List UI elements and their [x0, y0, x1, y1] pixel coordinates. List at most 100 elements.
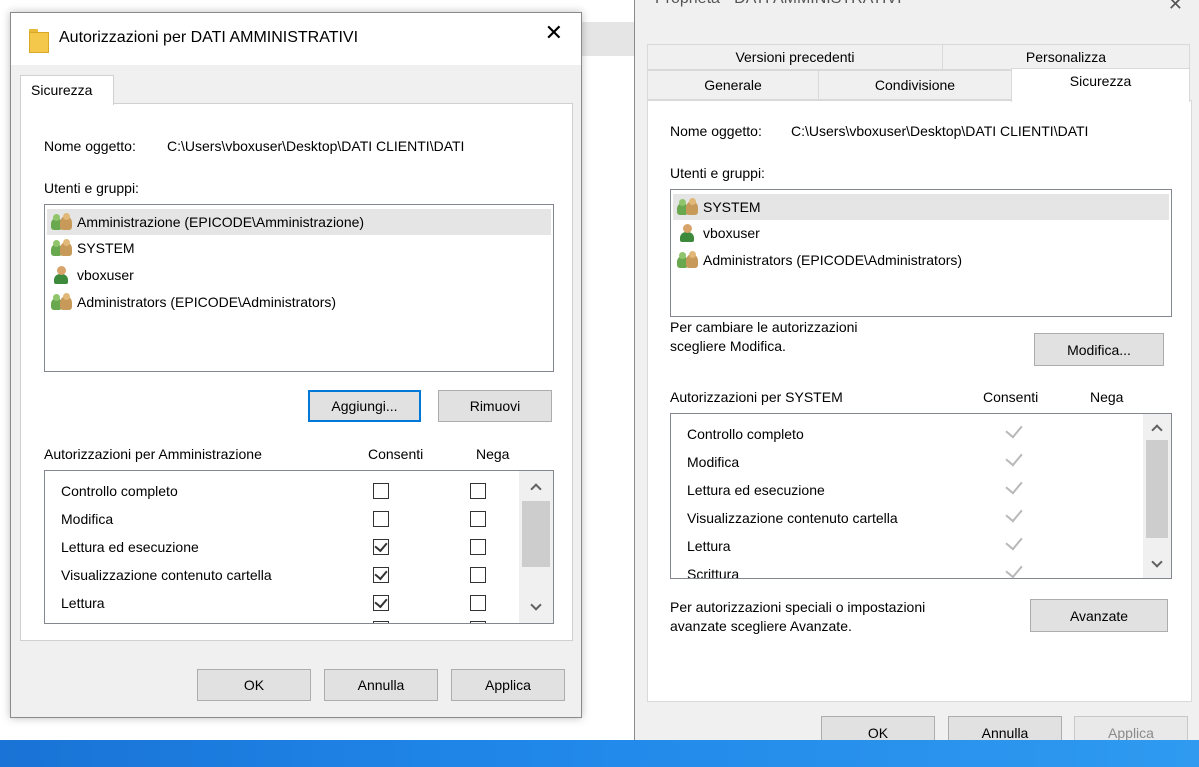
scroll-thumb[interactable]: [1146, 440, 1168, 538]
deny-checkbox[interactable]: [470, 621, 486, 623]
deny-header: Nega: [1090, 389, 1124, 405]
allow-checkbox[interactable]: [373, 566, 389, 583]
allow-checkbox[interactable]: [373, 483, 389, 499]
background-window-strip: [578, 22, 638, 56]
title-bar[interactable]: Autorizzazioni per DATI AMMINISTRATIVI ✕: [11, 13, 581, 65]
object-name-value: C:\Users\vboxuser\Desktop\DATI CLIENTI\D…: [791, 123, 1089, 139]
users-listbox[interactable]: SYSTEM vboxuser Administrators (EPICODE\…: [670, 189, 1172, 317]
perm-label: Modifica: [61, 511, 114, 527]
perm-label: Scrittura: [687, 566, 740, 579]
list-item-label: Amministrazione (EPICODE\Amministrazione…: [77, 214, 365, 230]
perm-label: Lettura ed esecuzione: [61, 539, 199, 555]
change-hint-line1: Per cambiare le autorizzazioni: [670, 319, 858, 335]
permissions-scrollbar[interactable]: [1143, 414, 1171, 578]
close-button[interactable]: ✕: [545, 23, 563, 45]
list-item-administrators[interactable]: Administrators (EPICODE\Administrators): [673, 247, 962, 273]
users-listbox[interactable]: Amministrazione (EPICODE\Amministrazione…: [44, 204, 554, 372]
deny-checkbox[interactable]: [470, 595, 486, 611]
users-groups-label: Utenti e gruppi:: [670, 165, 765, 181]
edit-button[interactable]: Modifica...: [1034, 333, 1164, 366]
taskbar: [0, 740, 1199, 767]
list-item-label: SYSTEM: [77, 240, 135, 256]
allow-check-icon: [1005, 448, 1023, 467]
scroll-down-icon[interactable]: [1151, 556, 1163, 568]
allow-checkbox[interactable]: [373, 538, 389, 555]
deny-checkbox[interactable]: [470, 511, 486, 527]
close-icon[interactable]: ✕: [1168, 0, 1183, 15]
permissions-list[interactable]: Controllo completo Modifica Lettura ed e…: [670, 413, 1172, 579]
list-item-amministrazione[interactable]: Amministrazione (EPICODE\Amministrazione…: [47, 209, 551, 235]
list-item-administrators[interactable]: Administrators (EPICODE\Administrators): [47, 289, 336, 315]
allow-check-icon: [1005, 420, 1023, 439]
users-groups-label: Utenti e gruppi:: [44, 180, 139, 196]
security-panel: Nome oggetto: C:\Users\vboxuser\Desktop\…: [20, 103, 573, 641]
deny-checkbox[interactable]: [470, 567, 486, 583]
allow-checkbox[interactable]: [373, 511, 389, 527]
add-button[interactable]: Aggiungi...: [308, 390, 421, 422]
tab-general[interactable]: Generale: [647, 70, 819, 100]
dialog-title: Autorizzazioni per DATI AMMINISTRATIVI: [59, 29, 359, 46]
allow-check-icon: [1005, 504, 1023, 523]
scroll-up-icon[interactable]: [530, 483, 542, 495]
allow-checkbox[interactable]: [373, 594, 389, 611]
group-icon: [677, 251, 699, 269]
permissions-header: Autorizzazioni per SYSTEM: [670, 389, 843, 405]
group-icon: [677, 198, 699, 216]
group-icon: [51, 239, 73, 257]
perm-label: Lettura: [687, 538, 731, 554]
perm-label: Visualizzazione contenuto cartella: [61, 567, 272, 583]
object-name-label: Nome oggetto:: [670, 123, 762, 139]
tab-sharing[interactable]: Condivisione: [818, 70, 1012, 100]
advanced-hint-line2: avanzate scegliere Avanzate.: [670, 618, 852, 634]
scroll-down-icon[interactable]: [530, 599, 542, 611]
user-icon: [677, 224, 699, 242]
remove-button[interactable]: Rimuovi: [438, 390, 552, 422]
security-panel: Nome oggetto: C:\Users\vboxuser\Desktop\…: [647, 100, 1192, 702]
perm-label: Lettura: [61, 595, 105, 611]
tab-security[interactable]: Sicurezza: [1011, 68, 1190, 102]
allow-checkbox[interactable]: [373, 621, 389, 623]
permissions-list[interactable]: Controllo completo Modifica Lettura ed e…: [44, 470, 554, 624]
user-icon: [51, 266, 73, 284]
perm-label: Modifica: [687, 454, 740, 470]
apply-button[interactable]: Applica: [451, 669, 565, 701]
allow-header: Consenti: [983, 389, 1039, 405]
list-item-label: Administrators (EPICODE\Administrators): [703, 252, 963, 268]
list-item-label: vboxuser: [703, 225, 760, 241]
scroll-thumb[interactable]: [522, 501, 550, 567]
properties-dialog: Proprietà - DATI AMMINISTRATIVI ✕ Versio…: [634, 0, 1199, 760]
permissions-dialog: Autorizzazioni per DATI AMMINISTRATIVI ✕…: [10, 12, 582, 718]
tab-customize[interactable]: Personalizza: [942, 44, 1190, 70]
ok-button[interactable]: OK: [197, 669, 311, 701]
object-name-label: Nome oggetto:: [44, 138, 136, 154]
change-hint-line2: scegliere Modifica.: [670, 338, 786, 354]
deny-checkbox[interactable]: [470, 483, 486, 499]
object-name-value: C:\Users\vboxuser\Desktop\DATI CLIENTI\D…: [167, 138, 465, 154]
allow-check-icon: [1005, 560, 1023, 578]
list-item-label: vboxuser: [77, 267, 134, 283]
permissions-header: Autorizzazioni per Amministrazione: [44, 446, 262, 462]
deny-checkbox[interactable]: [470, 539, 486, 555]
advanced-button[interactable]: Avanzate: [1030, 599, 1168, 632]
group-icon: [51, 293, 73, 311]
list-item-label: Administrators (EPICODE\Administrators): [77, 294, 337, 310]
allow-check-icon: [1005, 476, 1023, 495]
perm-label: Controllo completo: [687, 426, 804, 442]
list-item-vboxuser[interactable]: vboxuser: [47, 262, 134, 288]
folder-icon: [29, 29, 49, 53]
group-icon: [51, 213, 73, 231]
scroll-up-icon[interactable]: [1151, 424, 1163, 436]
tab-previous-versions[interactable]: Versioni precedenti: [647, 44, 943, 70]
advanced-hint-line1: Per autorizzazioni speciali o impostazio…: [670, 599, 926, 615]
perm-label: Lettura ed esecuzione: [687, 482, 825, 498]
tab-security[interactable]: Sicurezza: [20, 75, 114, 105]
perm-label: Visualizzazione contenuto cartella: [687, 510, 898, 526]
list-item-label: SYSTEM: [703, 199, 761, 215]
list-item-vboxuser[interactable]: vboxuser: [673, 220, 760, 246]
cancel-button[interactable]: Annulla: [324, 669, 438, 701]
allow-header: Consenti: [368, 446, 424, 462]
allow-check-icon: [1005, 532, 1023, 551]
list-item-system[interactable]: SYSTEM: [47, 235, 135, 261]
list-item-system[interactable]: SYSTEM: [673, 194, 1169, 220]
permissions-scrollbar[interactable]: [519, 471, 553, 623]
